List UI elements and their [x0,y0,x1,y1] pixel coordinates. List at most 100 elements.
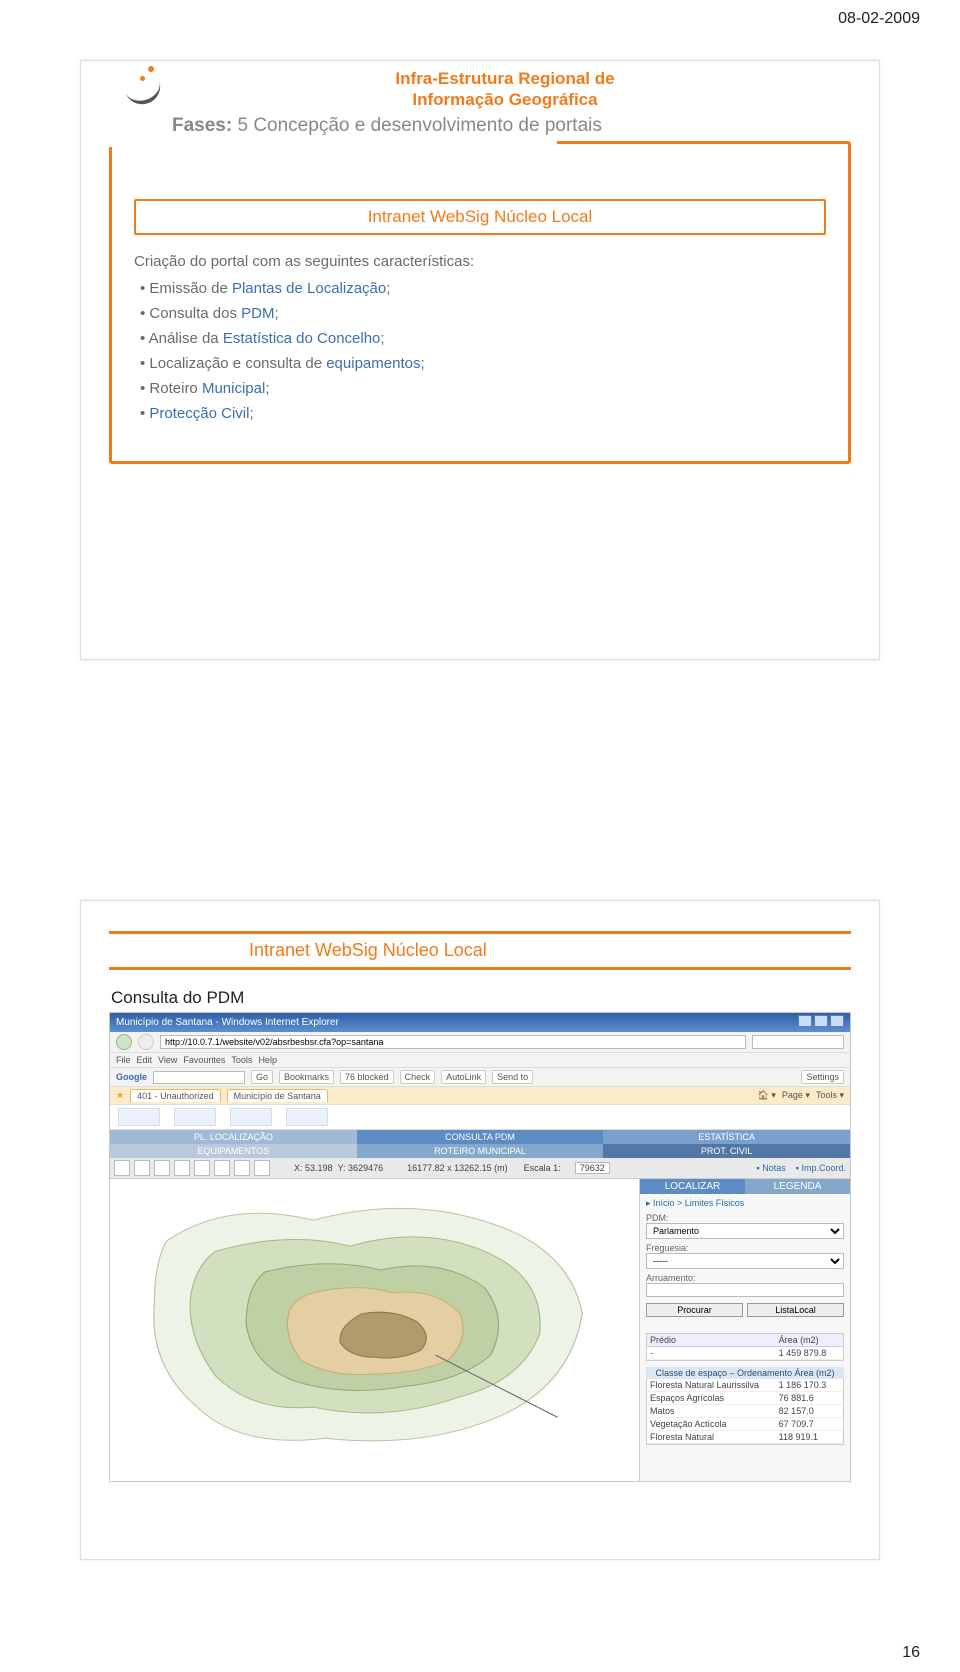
map-terrain [130,1189,619,1459]
bookmarks-button[interactable]: Bookmarks [279,1070,334,1084]
slide2-subtitle: Consulta do PDM [111,988,851,1008]
app-menu-band-2: EQUIPAMENTOS ROTEIRO MUNICIPAL PROT. CIV… [110,1144,850,1158]
go-button[interactable]: Go [251,1070,273,1084]
tab-row: ★ 401 - Unauthorized Município de Santan… [110,1087,850,1105]
menu-view[interactable]: View [158,1055,177,1065]
menu-file[interactable]: File [116,1055,131,1065]
menu-help[interactable]: Help [258,1055,277,1065]
tab-401[interactable]: 401 - Unauthorized [130,1089,221,1102]
predio-table: PrédioÁrea (m2) -1 459 879.8 [646,1333,844,1361]
window-titlebar: Município de Santana - Windows Internet … [110,1013,850,1032]
slide-2: Intranet WebSig Núcleo Local Consulta do… [80,900,880,1560]
favorites-icon[interactable]: ★ [116,1090,124,1101]
map-toolbar: X: 53.198 Y: 3629476 16177.82 x 13262.15… [110,1158,850,1179]
slide1-phase-text: 5 Concepção e desenvolvimento de portais [232,115,602,136]
coord-y: Y: 3629476 [338,1163,384,1173]
logo-sres [118,1108,160,1126]
map-canvas[interactable] [110,1179,640,1482]
app-menu-band: PL. LOCALIZAÇÃO CONSULTA PDM ESTATÍSTICA [110,1130,850,1144]
slide2-title: Intranet WebSig Núcleo Local [109,934,851,967]
slide-1: Infra-Estrutura Regional de Informação G… [80,60,880,660]
bullet-4: Roteiro Municipal; [140,380,826,397]
procurar-button[interactable]: Procurar [646,1303,743,1317]
window-buttons[interactable] [796,1015,844,1030]
google-search-input[interactable] [153,1071,245,1084]
menu-favourites[interactable]: Favourites [183,1055,225,1065]
forward-icon[interactable] [138,1034,154,1050]
bullet-5: Protecção Civil; [140,405,826,422]
menu-plloc[interactable]: PL. LOCALIZAÇÃO [110,1130,357,1144]
partner-logo-row [110,1105,850,1130]
menu-consulta-pdm[interactable]: CONSULTA PDM [357,1130,604,1144]
bullet-3: Localização e consulta de equipamentos; [140,355,826,372]
menu-roteiro[interactable]: ROTEIRO MUNICIPAL [357,1144,604,1158]
home-icon[interactable]: 🏠 ▾ [758,1090,776,1101]
tool-draw[interactable] [234,1160,250,1176]
arruamento-input[interactable] [646,1283,844,1297]
tool-extent[interactable] [174,1160,190,1176]
freguesia-label: Freguesia: [646,1243,844,1253]
imprimir-coord-link[interactable]: ▪ Imp.Coord. [796,1163,846,1173]
tool-identify[interactable] [194,1160,210,1176]
map-size: 16177.82 x 13262.15 (m) [407,1163,508,1173]
menu-protcivil[interactable]: PROT. CIVIL [603,1144,850,1158]
localizar-header: LOCALIZAR [640,1179,745,1194]
address-bar-row [110,1032,850,1053]
breadcrumb: ▸ Início > Limites Físicos [646,1198,844,1209]
settings-button[interactable]: Settings [801,1070,844,1084]
slide2-header: Intranet WebSig Núcleo Local [109,931,851,970]
notes-link[interactable]: ▪ Notas [757,1163,786,1173]
scale-input[interactable]: 79632 [575,1162,610,1174]
back-icon[interactable] [116,1034,132,1050]
slide1-title-line1: Infra-Estrutura Regional de [395,69,614,88]
listalocal-button[interactable]: ListaLocal [747,1303,844,1317]
bullet-0: Emissão de Plantas de Localização; [140,280,826,297]
tools-menu-button[interactable]: Tools ▾ [816,1090,844,1101]
pdm-label: PDM: [646,1213,844,1223]
check-button[interactable]: Check [400,1070,436,1084]
bullet-1: Consulta dos PDM; [140,305,826,322]
slide1-subtitle-bar: Intranet WebSig Núcleo Local [134,199,826,235]
predio-row-0: -1 459 879.8 [647,1347,843,1360]
browser-screenshot: Município de Santana - Windows Internet … [109,1012,851,1482]
tool-clear[interactable] [254,1160,270,1176]
slide1-content: Criação do portal com as seguintes carac… [134,253,826,422]
scale-label: Escala 1: [524,1163,561,1173]
logo-eu [230,1108,272,1126]
tool-zoomin[interactable] [114,1160,130,1176]
sendto-button[interactable]: Send to [492,1070,533,1084]
classe-row-0: Floresta Natural Laurissilva1 186 170.3 [647,1379,843,1392]
menu-estatistica[interactable]: ESTATÍSTICA [603,1130,850,1144]
page-menu-button[interactable]: Page ▾ [782,1090,810,1101]
classe-row-3: Vegetação Actícola67 709.7 [647,1418,843,1431]
browser-menu-row: File Edit View Favourites Tools Help [110,1053,850,1068]
classe-header: Classe de espaço – Ordenamento Área (m2) [646,1367,844,1379]
page-number: 16 [902,1644,920,1662]
slide1-phase-label: Fases: [172,115,232,136]
google-toolbar: Google Go Bookmarks 76 blocked Check Aut… [110,1068,850,1087]
side-panel: LOCALIZAR LEGENDA ▸ Início > Limites Fís… [640,1179,850,1482]
slide1-subtitle: Intranet WebSig Núcleo Local [136,201,824,233]
search-box[interactable] [752,1035,844,1049]
arruamento-label: Arruamento: [646,1273,844,1283]
legenda-header[interactable]: LEGENDA [745,1179,850,1194]
menu-tools[interactable]: Tools [231,1055,252,1065]
slide1-title-line2: Informação Geográfica [412,90,597,109]
predio-th-0: Prédio [647,1334,776,1346]
tab-santana[interactable]: Município de Santana [227,1089,328,1102]
popup-blocked[interactable]: 76 blocked [340,1070,394,1084]
freguesia-select[interactable]: ----- [646,1253,844,1269]
tool-zoomout[interactable] [134,1160,150,1176]
page-date: 08-02-2009 [838,10,920,28]
pdm-select[interactable]: Parlamento [646,1223,844,1239]
menu-edit[interactable]: Edit [137,1055,153,1065]
address-input[interactable] [160,1035,746,1049]
classe-row-4: Floresta Natural118 919.1 [647,1431,843,1444]
coord-x: X: 53.198 [294,1163,333,1173]
tool-pan[interactable] [154,1160,170,1176]
tool-measure[interactable] [214,1160,230,1176]
map-area: LOCALIZAR LEGENDA ▸ Início > Limites Fís… [110,1179,850,1482]
menu-equip[interactable]: EQUIPAMENTOS [110,1144,357,1158]
autolink-button[interactable]: AutoLink [441,1070,486,1084]
slide1-lead: Criação do portal com as seguintes carac… [134,253,826,270]
